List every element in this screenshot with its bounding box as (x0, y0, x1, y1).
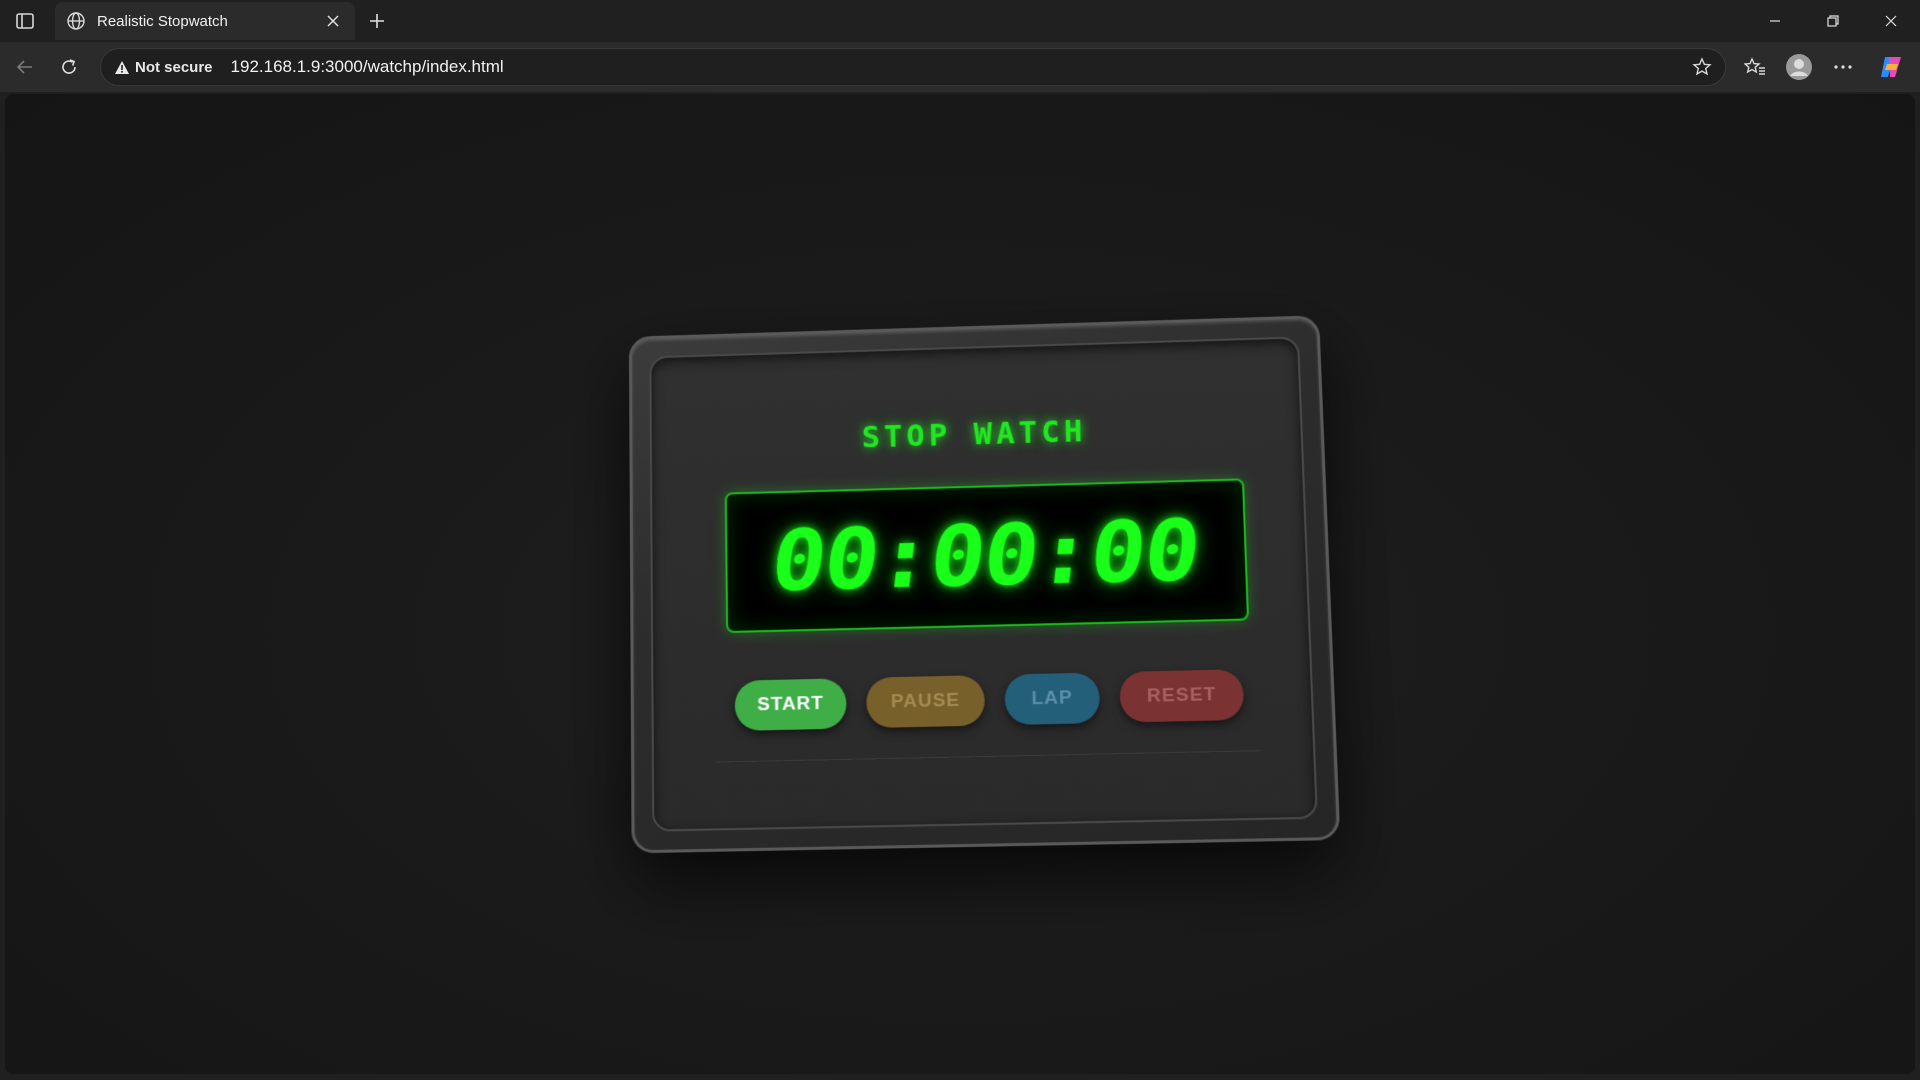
lap-list-divider (715, 750, 1260, 763)
page-viewport: STOP WATCH 00:00:00 START PAUSE LAP RESE… (5, 94, 1915, 1074)
start-button[interactable]: START (734, 678, 847, 731)
back-arrow-icon[interactable] (8, 50, 42, 84)
globe-icon (65, 10, 87, 32)
copilot-icon[interactable] (1874, 50, 1908, 84)
plus-icon[interactable] (363, 8, 391, 34)
url-text[interactable]: 192.168.1.9:3000/watchp/index.html (231, 57, 1687, 77)
favorites-icon[interactable] (1738, 50, 1772, 84)
window-controls (1746, 0, 1920, 42)
more-icon[interactable] (1826, 50, 1860, 84)
browser-tab[interactable]: Realistic Stopwatch (55, 2, 355, 40)
restore-icon[interactable] (1804, 0, 1862, 42)
browser-toolbar: Not secure 192.168.1.9:3000/watchp/index… (0, 42, 1920, 92)
lap-button[interactable]: LAP (1004, 672, 1101, 726)
security-label[interactable]: Not secure (135, 59, 213, 76)
tab-title: Realistic Stopwatch (97, 12, 228, 30)
tab-actions-icon[interactable] (12, 9, 38, 33)
refresh-icon[interactable] (52, 50, 86, 84)
minimize-icon[interactable] (1746, 0, 1804, 42)
time-readout: 00:00:00 (766, 501, 1204, 611)
close-icon[interactable] (321, 9, 345, 33)
warning-icon[interactable] (113, 58, 131, 76)
stopwatch-title: STOP WATCH (861, 413, 1087, 456)
stopwatch-device: STOP WATCH 00:00:00 START PAUSE LAP RESE… (628, 315, 1341, 854)
star-icon[interactable] (1687, 52, 1717, 82)
close-window-icon[interactable] (1862, 0, 1920, 42)
pause-button[interactable]: PAUSE (865, 675, 986, 729)
profile-icon[interactable] (1782, 50, 1816, 84)
stopwatch-panel: STOP WATCH 00:00:00 START PAUSE LAP RESE… (649, 336, 1318, 832)
tab-strip: Realistic Stopwatch (0, 0, 1920, 42)
time-display: 00:00:00 (724, 478, 1250, 634)
address-bar[interactable]: Not secure 192.168.1.9:3000/watchp/index… (100, 48, 1726, 86)
control-buttons: START PAUSE LAP RESET (727, 669, 1253, 731)
reset-button[interactable]: RESET (1119, 669, 1245, 723)
